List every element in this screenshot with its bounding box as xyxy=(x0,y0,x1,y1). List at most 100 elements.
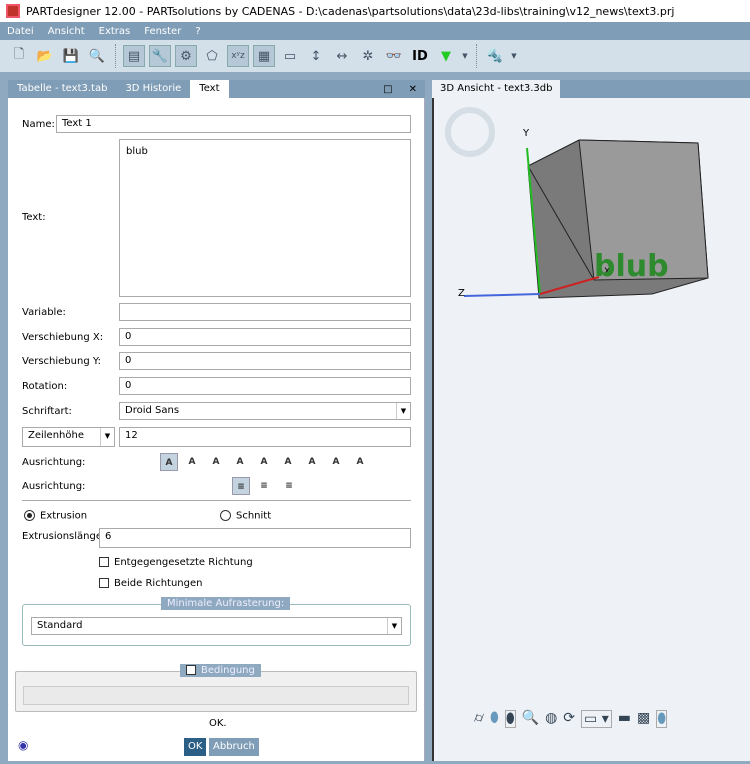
ok-button[interactable]: OK xyxy=(184,738,207,756)
both-directions-label: Beide Richtungen xyxy=(114,578,203,589)
menu-extras[interactable]: Extras xyxy=(92,26,138,37)
chevron-down-icon: ▼ xyxy=(396,403,410,419)
anchor-bottom-center-button[interactable]: A xyxy=(231,453,249,471)
anchor-top-center-button[interactable]: A xyxy=(279,453,297,471)
tab-3d-ansicht[interactable]: 3D Ansicht - text3.3db xyxy=(432,80,561,98)
shift-y-input[interactable]: 0 xyxy=(119,352,411,370)
transparency-icon[interactable]: ◍ xyxy=(545,710,557,728)
line-height-select[interactable]: Zeilenhöhe ▼ xyxy=(22,427,115,447)
font-label: Schriftart: xyxy=(22,406,72,417)
xyz-icon[interactable]: xʸz xyxy=(227,45,249,67)
3d-viewport[interactable]: Y Z X blub ⌭ ⬮ ⬮ 🔍 ◍ ⟳ ▭ ▾ ▬ ▩ ⬮ xyxy=(432,98,750,761)
anchor-center-button[interactable]: A xyxy=(255,453,273,471)
triangle-icon[interactable]: ▼ xyxy=(435,45,457,67)
shift-y-label: Verschiebung Y: xyxy=(22,356,102,367)
glasses-icon[interactable]: 👓 xyxy=(383,45,405,67)
text-area[interactable]: blub xyxy=(119,139,411,297)
separator xyxy=(115,44,116,68)
close-icon[interactable]: ✕ xyxy=(409,84,417,95)
save-icon[interactable]: 💾 xyxy=(60,45,82,67)
divider xyxy=(22,500,411,501)
line-height-input[interactable]: 12 xyxy=(119,427,411,447)
shaded-edges-icon[interactable]: ⬮ xyxy=(504,710,516,728)
variable-input[interactable] xyxy=(119,303,411,321)
axis-z-label: Z xyxy=(458,288,465,299)
bolt-save-icon[interactable]: 🔩 xyxy=(484,45,506,67)
zoom-fit-icon[interactable]: 🔍 xyxy=(522,710,539,728)
id-icon[interactable]: ID xyxy=(409,45,431,67)
anchor-top-left-button[interactable]: A xyxy=(207,453,225,471)
dimension-icon[interactable]: ↕ xyxy=(305,45,327,67)
tab-tabelle[interactable]: Tabelle - text3.tab xyxy=(8,80,116,98)
ruler-icon[interactable]: ▬ xyxy=(618,710,631,728)
eye-icon[interactable]: ◉ xyxy=(18,738,28,752)
align-center-icon[interactable]: ≡ xyxy=(255,477,273,495)
grid-icon[interactable]: ▦ xyxy=(253,45,275,67)
window-icon[interactable]: ▭ xyxy=(279,45,301,67)
font-select[interactable]: Droid Sans ▼ xyxy=(119,402,411,420)
extrusion-length-input[interactable]: 6 xyxy=(99,528,411,548)
both-directions-checkbox[interactable]: Beide Richtungen xyxy=(99,578,202,589)
raster-value: Standard xyxy=(37,620,83,631)
tab-3d-historie[interactable]: 3D Historie xyxy=(116,80,190,98)
shift-x-input[interactable]: 0 xyxy=(119,328,411,346)
shaded-icon[interactable]: ⬮ xyxy=(490,710,499,728)
anchor-label: Ausrichtung: xyxy=(22,457,86,468)
align-left-icon[interactable]: ≡ xyxy=(232,477,250,495)
open-folder-icon[interactable]: 📂 xyxy=(34,45,56,67)
menu-bar: Datei Ansicht Extras Fenster ? xyxy=(0,22,750,40)
new-file-icon[interactable]: 🗋 xyxy=(8,45,30,67)
extrusion-radio[interactable]: Extrusion xyxy=(24,510,87,522)
menu-ansicht[interactable]: Ansicht xyxy=(41,26,92,37)
bolt-icon[interactable]: ⚙ xyxy=(175,45,197,67)
extrusion-radio-label: Extrusion xyxy=(40,510,88,522)
separator xyxy=(476,44,477,68)
align-right-icon[interactable]: ≡ xyxy=(280,477,298,495)
toolbar: 🗋 📂 💾 🔍 ▤ 🔧 ⚙ ⬠ xʸz ▦ ▭ ↕ ↔ ✲ 👓 ID ▼ ▼ 🔩… xyxy=(0,40,750,72)
rotation-input[interactable]: 0 xyxy=(119,377,411,395)
shift-x-label: Verschiebung X: xyxy=(22,332,104,343)
anchor-middle-left-button[interactable]: A xyxy=(183,453,201,471)
anchor-top-right-button[interactable]: A xyxy=(351,453,369,471)
wireframe-icon[interactable]: ⌭ xyxy=(474,710,484,728)
search-icon[interactable]: 🔍 xyxy=(86,45,108,67)
model-text: blub xyxy=(594,249,669,284)
condition-input[interactable] xyxy=(23,686,409,705)
view-cube-ring[interactable] xyxy=(445,107,495,157)
dropdown-arrow-icon[interactable]: ▼ xyxy=(510,45,518,67)
menu-help[interactable]: ? xyxy=(188,26,207,37)
sketch-icon[interactable]: ⬠ xyxy=(201,45,223,67)
menu-datei[interactable]: Datei xyxy=(0,26,41,37)
raster-select[interactable]: Standard ▼ xyxy=(31,617,402,635)
cut-radio[interactable]: Schnitt xyxy=(220,510,271,522)
dimension-view-icon[interactable]: ⬮ xyxy=(656,710,668,728)
ruler-icon[interactable]: ↔ xyxy=(331,45,353,67)
table-window-icon[interactable]: ▤ xyxy=(123,45,145,67)
app-icon xyxy=(6,4,20,18)
right-tab-bar: 3D Ansicht - text3.3db xyxy=(432,80,750,98)
anchor-bottom-left-button[interactable]: A xyxy=(160,453,178,471)
condition-checkbox[interactable]: Bedingung xyxy=(180,664,261,677)
name-input[interactable]: Text 1 xyxy=(56,115,411,133)
view-toolbar: ⌭ ⬮ ⬮ 🔍 ◍ ⟳ ▭ ▾ ▬ ▩ ⬮ xyxy=(474,710,668,728)
cancel-button[interactable]: Abbruch xyxy=(209,738,259,756)
condition-legend: Bedingung xyxy=(201,665,255,676)
tab-text[interactable]: Text xyxy=(190,80,229,98)
wrench-icon[interactable]: 🔧 xyxy=(149,45,171,67)
menu-fenster[interactable]: Fenster xyxy=(137,26,188,37)
mesh-icon[interactable]: ▩ xyxy=(637,710,650,728)
magic-wand-icon[interactable]: ✲ xyxy=(357,45,379,67)
chevron-down-icon: ▼ xyxy=(100,428,114,446)
title-bar: PARTdesigner 12.00 - PARTsolutions by CA… xyxy=(0,0,750,22)
dropdown-arrow-icon[interactable]: ▼ xyxy=(461,45,469,67)
rotate-icon[interactable]: ⟳ xyxy=(563,710,575,728)
text-label: Text: xyxy=(22,212,46,223)
variable-label: Variable: xyxy=(22,307,66,318)
opposite-direction-checkbox[interactable]: Entgegengesetzte Richtung xyxy=(99,557,253,568)
anchor-bottom-right-button[interactable]: A xyxy=(303,453,321,471)
align-label: Ausrichtung: xyxy=(22,481,86,492)
name-label: Name: xyxy=(22,119,55,130)
anchor-middle-right-button[interactable]: A xyxy=(327,453,345,471)
maximize-icon[interactable]: □ xyxy=(383,84,392,95)
measure-dropdown[interactable]: ▭ ▾ xyxy=(581,710,612,728)
